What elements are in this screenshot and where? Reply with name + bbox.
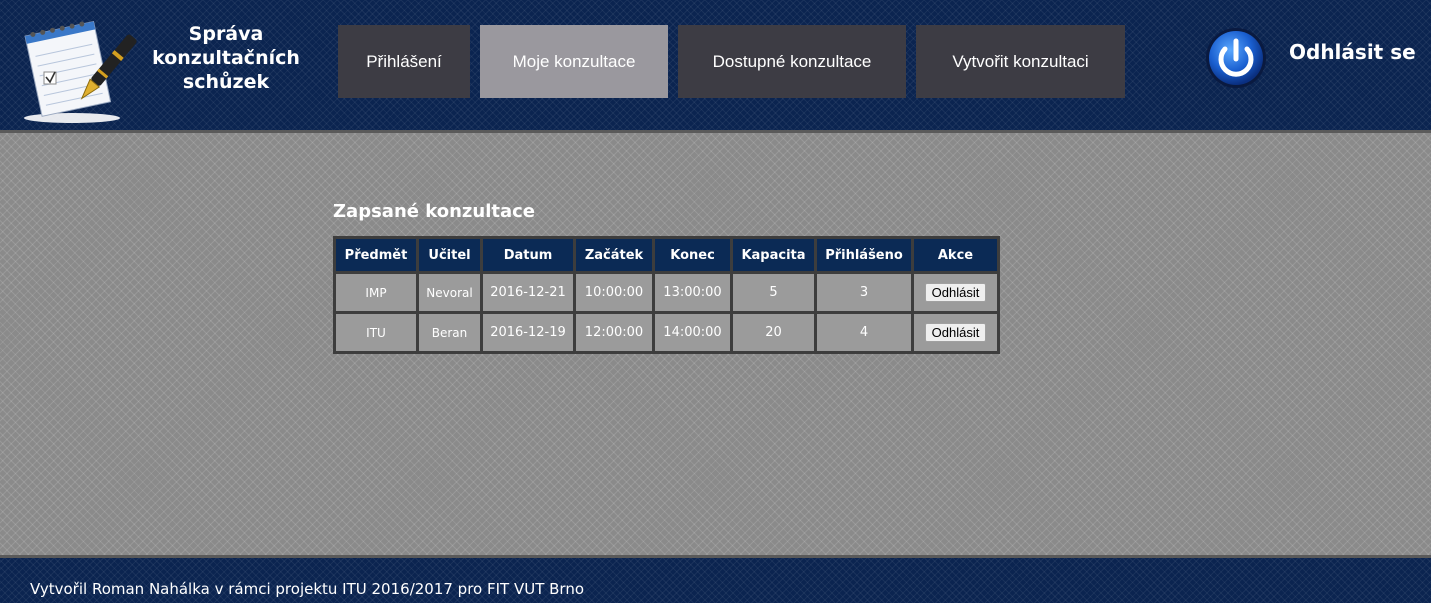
column-header: Akce	[911, 236, 1000, 274]
cell-ucitel: Nevoral	[416, 271, 483, 314]
column-header: Učitel	[416, 236, 483, 274]
cell-predmet: IMP	[333, 271, 419, 314]
site-title-line: konzultačních	[152, 47, 300, 69]
column-header: Konec	[652, 236, 733, 274]
column-header: Datum	[480, 236, 576, 274]
site-title-line: schůzek	[182, 71, 270, 93]
cell-datum: 2016-12-19	[480, 311, 576, 354]
nav-vytvorit-konzultaci[interactable]: Vytvořit konzultaci	[916, 25, 1125, 98]
cell-kapacita: 20	[730, 311, 817, 354]
cell-predmet: ITU	[333, 311, 419, 354]
logout-link[interactable]: Odhlásit se	[1289, 40, 1416, 64]
site-title-line: Správa	[188, 23, 264, 45]
section-title: Zapsané konzultace	[333, 201, 535, 222]
column-header: Kapacita	[730, 236, 817, 274]
nav-prihlaseni[interactable]: Přihlášení	[338, 25, 470, 98]
nav-label: Moje konzultace	[512, 51, 636, 71]
site-title: Správa konzultačních schůzek	[146, 22, 306, 94]
site-footer: Vytvořil Roman Nahálka v rámci projektu …	[0, 555, 1431, 603]
consultations-table: Předmět Učitel Datum Začátek Konec Kapac…	[333, 236, 1000, 354]
cell-prihlaseno: 4	[814, 311, 914, 354]
column-header: Přihlášeno	[814, 236, 914, 274]
nav-moje-konzultace[interactable]: Moje konzultace	[480, 25, 668, 98]
notepad-pen-icon	[24, 20, 137, 123]
nav-label: Přihlášení	[366, 51, 442, 71]
cell-akce: Odhlásit	[911, 311, 1000, 354]
table-row: IMP Nevoral 2016-12-21 10:00:00 13:00:00…	[333, 271, 1000, 314]
cell-ucitel: Beran	[416, 311, 483, 354]
power-icon[interactable]	[1205, 27, 1267, 89]
nav-label: Vytvořit konzultaci	[952, 51, 1089, 71]
cell-akce: Odhlásit	[911, 271, 1000, 314]
nav-dostupne-konzultace[interactable]: Dostupné konzultace	[678, 25, 906, 98]
odhlasit-button[interactable]: Odhlásit	[924, 283, 987, 302]
nav-label: Dostupné konzultace	[712, 51, 872, 71]
cell-zacatek: 10:00:00	[573, 271, 655, 314]
cell-zacatek: 12:00:00	[573, 311, 655, 354]
column-header: Začátek	[573, 236, 655, 274]
column-header: Předmět	[333, 236, 419, 274]
table-header-row: Předmět Učitel Datum Začátek Konec Kapac…	[333, 236, 1000, 274]
cell-konec: 14:00:00	[652, 311, 733, 354]
cell-prihlaseno: 3	[814, 271, 914, 314]
cell-kapacita: 5	[730, 271, 817, 314]
site-header: Správa konzultačních schůzek Přihlášení …	[0, 0, 1431, 133]
cell-konec: 13:00:00	[652, 271, 733, 314]
table-row: ITU Beran 2016-12-19 12:00:00 14:00:00 2…	[333, 311, 1000, 354]
odhlasit-button[interactable]: Odhlásit	[924, 323, 987, 342]
cell-datum: 2016-12-21	[480, 271, 576, 314]
footer-text: Vytvořil Roman Nahálka v rámci projektu …	[30, 580, 585, 598]
